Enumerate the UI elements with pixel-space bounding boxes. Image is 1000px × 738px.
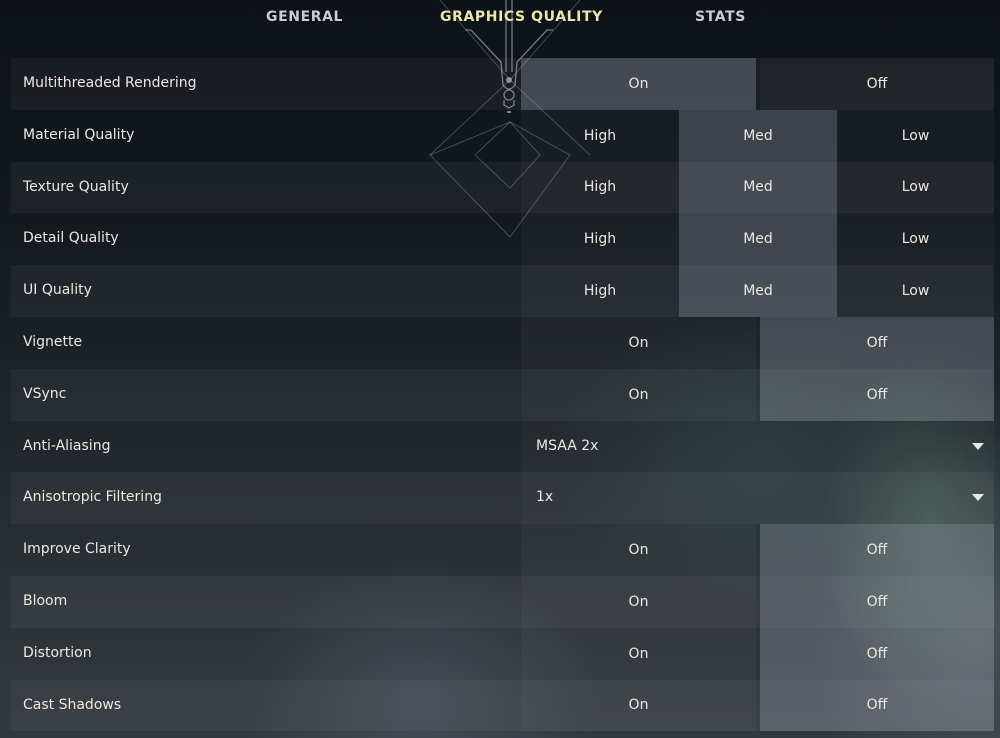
option-on[interactable]: On — [521, 680, 756, 732]
setting-row-vsync: VSync On Off — [11, 368, 994, 421]
setting-row-anisotropic-filtering: Anisotropic Filtering 1x — [11, 472, 994, 525]
choice-group: High Med Low — [521, 161, 994, 214]
settings-list: Multithreaded Rendering On Off Material … — [11, 58, 994, 732]
setting-label: VSync — [23, 385, 67, 402]
option-low[interactable]: Low — [837, 213, 994, 265]
setting-row-anti-aliasing: Anti-Aliasing MSAA 2x — [11, 421, 994, 473]
option-low[interactable]: Low — [837, 110, 994, 162]
setting-row-multithreaded-rendering: Multithreaded Rendering On Off — [11, 58, 994, 110]
setting-label: Vignette — [23, 333, 83, 350]
setting-label: Multithreaded Rendering — [23, 75, 197, 91]
toggle-group: On Off — [521, 679, 994, 732]
setting-row-distortion: Distortion On Off — [11, 627, 994, 680]
option-high[interactable]: High — [521, 265, 679, 317]
setting-label: Improve Clarity — [23, 541, 131, 558]
setting-row-texture-quality: Texture Quality High Med Low — [11, 161, 994, 214]
setting-label: Detail Quality — [23, 230, 119, 247]
choice-group: High Med Low — [521, 213, 994, 266]
setting-row-improve-clarity: Improve Clarity On Off — [11, 524, 994, 576]
setting-label: Cast Shadows — [23, 696, 122, 713]
setting-row-detail-quality: Detail Quality High Med Low — [11, 213, 994, 266]
dropdown-value: MSAA 2x — [536, 437, 599, 454]
option-high[interactable]: High — [521, 162, 679, 214]
dropdown-value: 1x — [536, 489, 554, 506]
setting-label: Anisotropic Filtering — [23, 489, 162, 506]
setting-row-ui-quality: UI Quality High Med Low — [11, 265, 994, 317]
option-low[interactable]: Low — [837, 162, 994, 214]
setting-row-material-quality: Material Quality High Med Low — [11, 109, 994, 162]
option-off[interactable]: Off — [760, 316, 994, 369]
setting-row-cast-shadows: Cast Shadows On Off — [11, 679, 994, 732]
option-off[interactable]: Off — [760, 627, 994, 680]
option-high[interactable]: High — [521, 110, 679, 162]
anti-aliasing-dropdown[interactable]: MSAA 2x — [521, 421, 994, 473]
anisotropic-filtering-dropdown[interactable]: 1x — [521, 472, 994, 524]
setting-row-bloom: Bloom On Off — [11, 575, 994, 628]
option-on[interactable]: On — [521, 524, 756, 576]
setting-label: Bloom — [23, 592, 68, 609]
setting-label: Distortion — [23, 644, 92, 661]
option-med[interactable]: Med — [679, 213, 837, 266]
option-on[interactable]: On — [521, 369, 756, 421]
option-off[interactable]: Off — [760, 575, 994, 628]
toggle-group: On Off — [521, 575, 994, 628]
chevron-down-icon[interactable] — [972, 494, 984, 502]
option-on[interactable]: On — [521, 58, 756, 110]
option-off[interactable]: Off — [760, 679, 994, 732]
option-high[interactable]: High — [521, 213, 679, 265]
option-off[interactable]: Off — [760, 368, 994, 421]
choice-group: High Med Low — [521, 265, 994, 317]
tab-general[interactable]: GENERAL — [266, 9, 343, 25]
option-on[interactable]: On — [521, 576, 756, 628]
setting-label: Texture Quality — [23, 178, 129, 195]
toggle-group: On Off — [521, 524, 994, 576]
tab-graphics-quality[interactable]: GRAPHICS QUALITY — [440, 9, 603, 25]
toggle-group: On Off — [521, 627, 994, 680]
setting-label: Anti-Aliasing — [23, 437, 111, 454]
toggle-group: On Off — [521, 316, 994, 369]
option-off[interactable]: Off — [760, 58, 994, 110]
setting-label: UI Quality — [23, 282, 92, 299]
option-on[interactable]: On — [521, 317, 756, 369]
toggle-group: On Off — [521, 368, 994, 421]
option-off[interactable]: Off — [760, 524, 994, 576]
setting-row-vignette: Vignette On Off — [11, 316, 994, 369]
settings-tabs: GENERAL GRAPHICS QUALITY STATS — [0, 0, 1000, 36]
option-med[interactable]: Med — [679, 265, 837, 317]
setting-label: Material Quality — [23, 126, 135, 143]
option-low[interactable]: Low — [837, 265, 994, 317]
choice-group: High Med Low — [521, 109, 994, 162]
option-on[interactable]: On — [521, 628, 756, 680]
option-med[interactable]: Med — [679, 109, 837, 162]
toggle-group: On Off — [521, 58, 994, 110]
chevron-down-icon[interactable] — [972, 442, 984, 450]
tab-stats[interactable]: STATS — [695, 9, 746, 25]
option-med[interactable]: Med — [679, 161, 837, 214]
